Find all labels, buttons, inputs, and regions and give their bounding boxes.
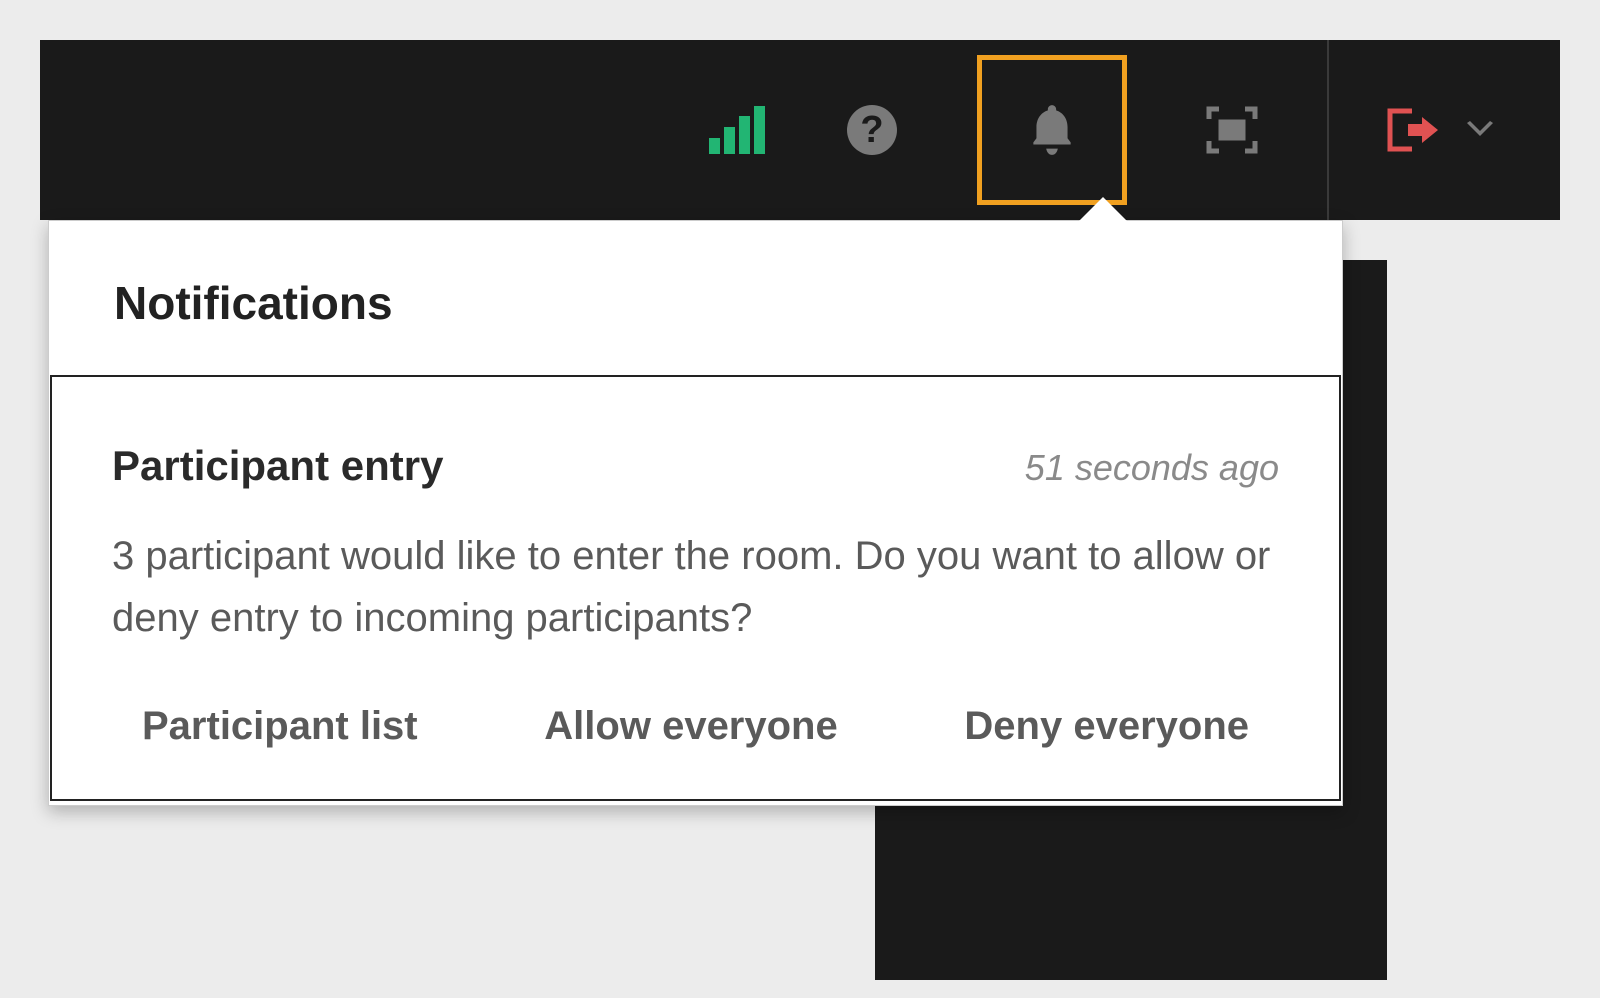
toolbar-divider [1327,40,1329,220]
allow-everyone-button[interactable]: Allow everyone [544,704,837,749]
notifications-title: Notifications [114,276,1277,330]
help-button[interactable]: ? [832,90,912,170]
chevron-down-icon [1465,121,1495,139]
notification-body: 3 participant would like to enter the ro… [112,525,1279,649]
participant-list-button[interactable]: Participant list [142,704,418,749]
help-icon: ? [847,105,897,155]
notification-card: Participant entry 51 seconds ago 3 parti… [50,375,1341,801]
fullscreen-icon [1205,105,1259,155]
notification-timestamp: 51 seconds ago [1025,447,1279,489]
exit-menu-toggle[interactable] [1460,90,1500,170]
bell-icon [1026,101,1078,159]
notification-actions: Participant list Allow everyone Deny eve… [112,704,1279,759]
deny-everyone-button[interactable]: Deny everyone [964,704,1249,749]
notifications-button[interactable] [1012,90,1092,170]
signal-icon [709,106,765,154]
top-toolbar: ? [40,40,1560,220]
exit-button[interactable] [1384,90,1440,170]
notifications-button-highlight [977,55,1127,205]
exit-icon [1384,105,1440,155]
notification-title: Participant entry [112,442,443,490]
notifications-popover: Notifications Participant entry 51 secon… [48,220,1343,806]
connection-signal-button[interactable] [697,90,777,170]
notifications-header: Notifications [49,221,1342,375]
fullscreen-button[interactable] [1192,90,1272,170]
